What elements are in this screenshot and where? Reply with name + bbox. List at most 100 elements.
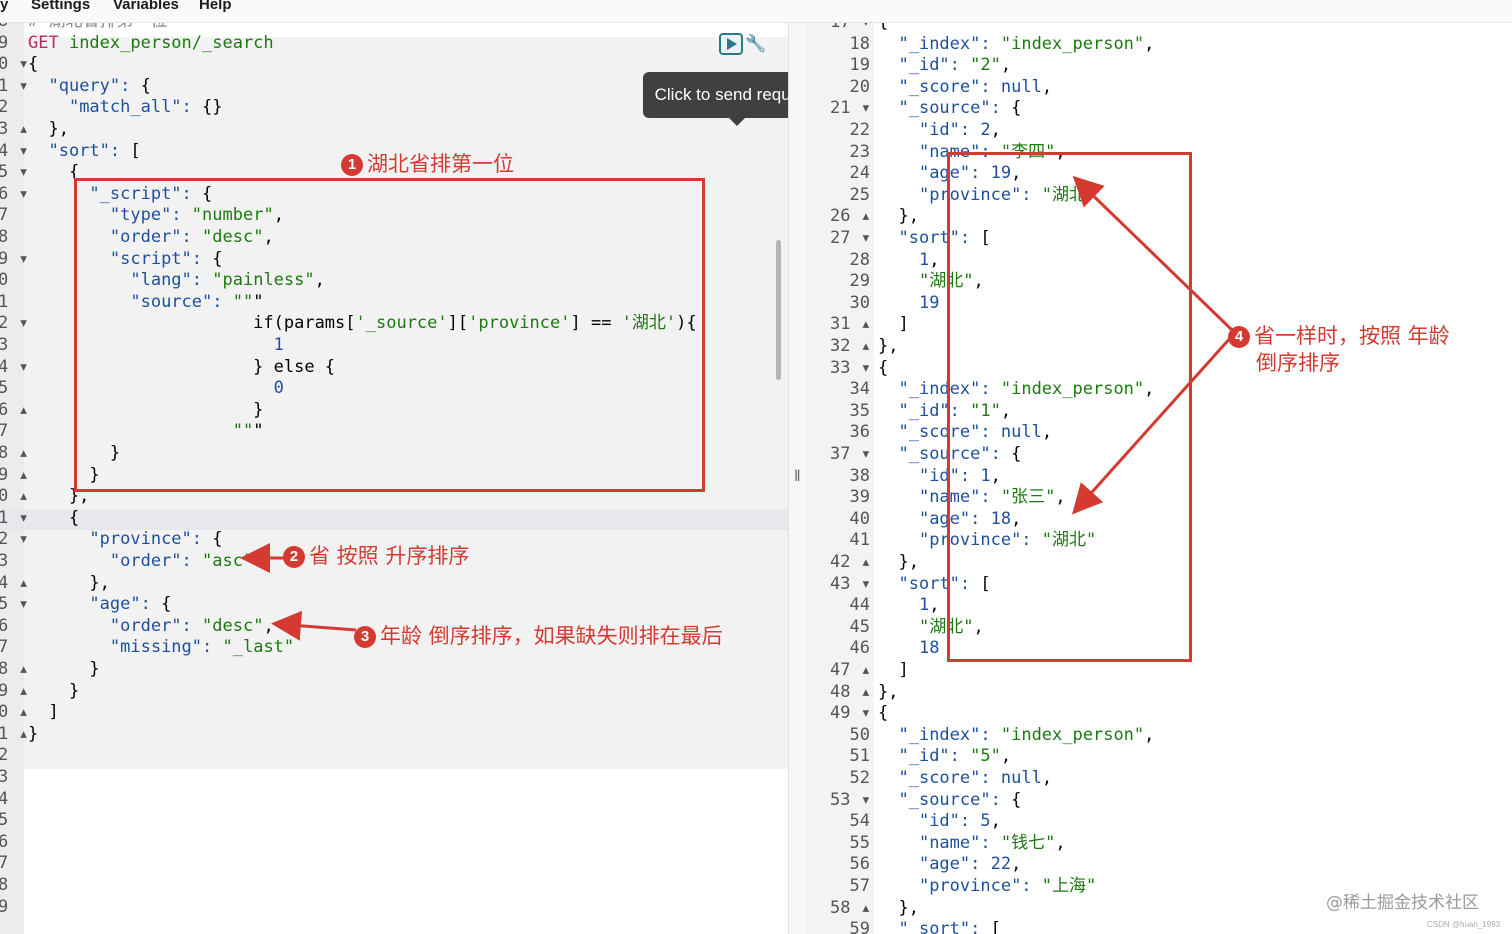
request-code-line[interactable]: ] — [28, 702, 58, 724]
response-code-line[interactable]: "_index": "index_person", — [878, 725, 1154, 747]
request-line-number: 5 ▾ — [0, 594, 29, 615]
response-line-number: 34 — [849, 379, 870, 400]
request-code-line[interactable]: }, — [28, 119, 68, 141]
response-line-number: 45 — [849, 616, 870, 637]
response-line-number: 24 — [849, 163, 870, 184]
response-code-line[interactable]: 1, — [878, 595, 940, 617]
response-line-number: 51 — [849, 746, 870, 767]
request-line-number: 1 ▾ — [0, 75, 29, 96]
response-line-number: 44 — [849, 595, 870, 616]
request-line-number: 9 — [0, 32, 9, 53]
response-line-number: 59 — [849, 919, 870, 934]
request-line-number: 8 ▴ — [0, 443, 29, 463]
response-line-number: 30 — [849, 292, 870, 313]
response-code-line[interactable]: 18 — [878, 638, 939, 660]
annotation-3-text: 年龄 倒序排序，如果缺失则排在最后 — [380, 624, 723, 648]
request-code-line[interactable]: "match_all": {} — [28, 97, 223, 119]
response-line-number: 54 — [849, 811, 870, 832]
menu-item-settings[interactable]: Settings — [31, 0, 90, 13]
response-line-number: 38 — [849, 465, 870, 486]
menu-item-view[interactable]: y — [0, 0, 8, 13]
request-code-line[interactable]: # 湖北省排第一位 — [28, 23, 167, 33]
response-line-number: 41 — [849, 530, 870, 551]
request-code-line[interactable]: { — [28, 162, 79, 184]
editor-scrollbar[interactable] — [776, 240, 781, 380]
annotation-4-text-line1: 省一样时，按照 年龄 — [1254, 324, 1450, 348]
response-line-number: 26 ▴ — [830, 206, 871, 227]
watermark: @稀土掘金技术社区 — [1326, 893, 1479, 913]
request-code-line[interactable]: GET index_person/_search — [28, 33, 274, 55]
pane-splitter[interactable]: ‖ — [788, 23, 808, 934]
response-code-line[interactable]: ] — [878, 314, 908, 336]
request-line-number: 8 — [0, 227, 9, 247]
request-line-number: 4 — [0, 788, 9, 809]
request-line-number: 8 — [0, 23, 20, 33]
request-code-line[interactable]: "order": "desc", — [28, 616, 274, 638]
response-code-line[interactable]: 1, — [878, 250, 940, 272]
response-code-line[interactable]: "province": "上海" — [878, 876, 1096, 898]
wrench-icon[interactable]: 🔧 — [745, 34, 766, 54]
request-code-line[interactable]: "order": "asc" — [28, 551, 253, 573]
send-request-button[interactable] — [719, 33, 743, 55]
response-code-line[interactable]: "_id": "5", — [878, 746, 1011, 768]
response-code-line[interactable]: "_score": null, — [878, 77, 1052, 99]
response-code-line[interactable]: "_index": "index_person", — [878, 34, 1154, 56]
request-code-line[interactable]: "sort": [ — [28, 141, 140, 163]
request-code-line[interactable]: } — [28, 681, 79, 703]
request-line-number: 6 ▾ — [0, 183, 29, 204]
request-line-number: 0 ▾ — [0, 54, 29, 75]
response-line-number: 28 — [849, 249, 870, 270]
response-line-number: 40 — [849, 508, 870, 529]
response-code-line[interactable]: "age": 22, — [878, 854, 1021, 876]
response-code-line[interactable]: { — [878, 23, 888, 34]
response-line-number: 43 ▾ — [830, 573, 871, 594]
request-code-line[interactable]: { — [28, 508, 79, 530]
annotation-badge-4: 4 — [1228, 326, 1250, 348]
response-code-line[interactable]: "_source": { — [878, 790, 1021, 812]
response-line-number: 31 ▴ — [830, 314, 871, 335]
response-code-line[interactable]: "_id": "2", — [878, 55, 1011, 77]
request-code-line[interactable]: } — [28, 724, 38, 746]
response-code-line[interactable]: }, — [878, 898, 918, 920]
request-code-line[interactable]: }, — [28, 573, 109, 595]
splitter-grip-icon[interactable]: ‖ — [794, 468, 801, 486]
response-code-line[interactable]: "_source": { — [878, 98, 1021, 120]
response-code-line[interactable]: { — [878, 703, 888, 725]
request-code-line[interactable]: "missing": "_last" — [28, 637, 294, 659]
response-line-number: 42 ▴ — [830, 552, 871, 572]
response-code-line[interactable]: 19 — [878, 293, 939, 315]
response-line-number: 46 — [849, 638, 870, 659]
request-code-line[interactable]: "province": { — [28, 529, 222, 551]
response-code-line[interactable]: }, — [878, 682, 898, 704]
request-code-line[interactable]: "query": { — [28, 76, 150, 98]
response-code-line[interactable]: }, — [878, 552, 918, 574]
watermark-small: CSDN @huan_1993 — [1427, 920, 1501, 929]
request-line-number: 7 — [0, 205, 9, 226]
response-code-line[interactable]: ] — [878, 660, 908, 682]
request-line-number: 9 ▾ — [0, 248, 29, 269]
response-code-line[interactable]: "_score": null, — [878, 768, 1052, 790]
response-line-number: 27 ▾ — [830, 228, 871, 248]
response-code-line[interactable]: }, — [878, 206, 918, 228]
response-code-line[interactable]: "id": 2, — [878, 120, 1001, 142]
response-line-number: 35 — [849, 400, 870, 421]
request-code-line[interactable]: "age": { — [28, 594, 171, 616]
response-code-line[interactable]: "id": 5, — [878, 811, 1001, 833]
response-line-number: 23 — [849, 141, 870, 162]
annotation-badge-1: 1 — [341, 154, 363, 176]
response-code-line[interactable]: }, — [878, 336, 898, 358]
annotation-box-script — [74, 178, 705, 492]
annotation-badge-3: 3 — [354, 626, 376, 648]
response-line-number: 21 ▾ — [830, 98, 871, 119]
request-line-number: 5 — [0, 378, 9, 399]
response-code-line[interactable]: { — [878, 358, 888, 380]
response-line-number: 32 ▴ — [830, 336, 871, 356]
response-code-line[interactable]: "name": "钱七", — [878, 833, 1066, 855]
response-code-line[interactable]: "_sort": [ — [878, 919, 1000, 934]
request-code-line[interactable]: { — [28, 54, 38, 76]
response-line-number: 17 ▾ — [830, 23, 871, 34]
menu-item-help[interactable]: Help — [199, 0, 232, 13]
request-line-number: 9 — [0, 896, 9, 917]
request-code-line[interactable]: } — [28, 659, 99, 681]
menu-item-variables[interactable]: Variables — [113, 0, 179, 13]
